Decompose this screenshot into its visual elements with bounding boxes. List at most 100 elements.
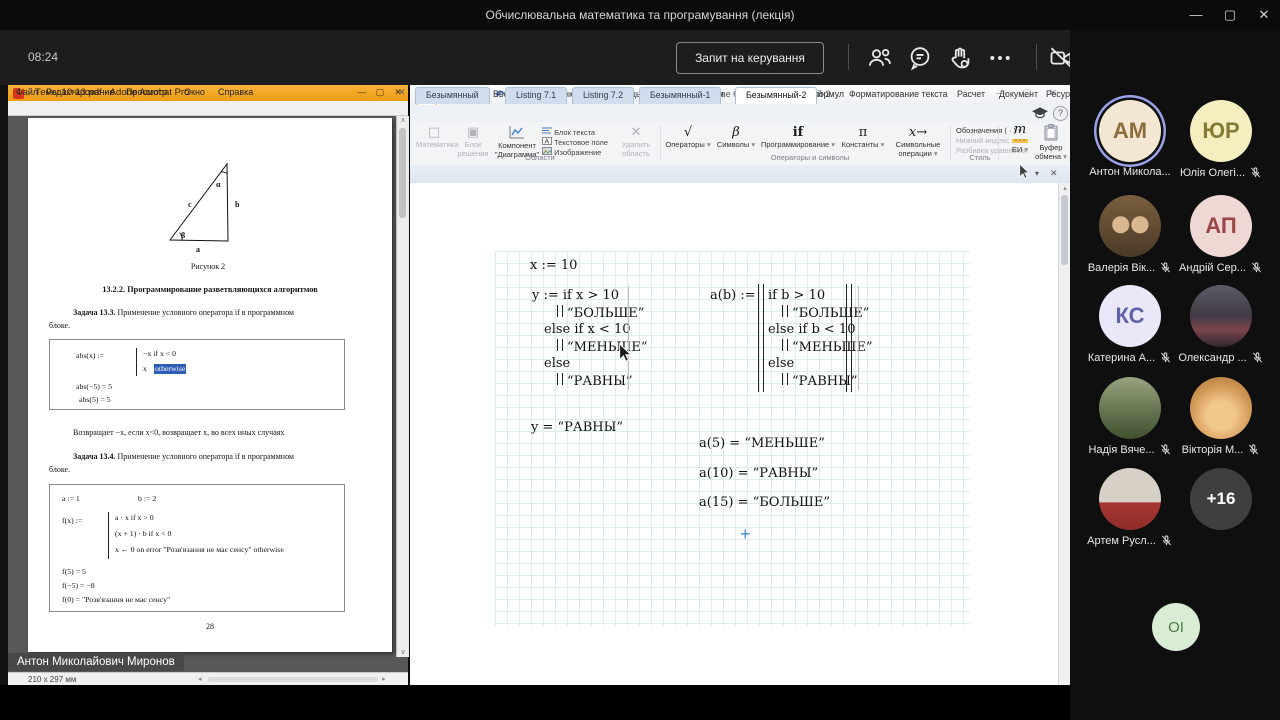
result-a15[interactable]: a(15) = “БОЛЬШЕ” [699,495,830,510]
doc-tab-5-active[interactable]: Безымянный-2 [735,87,818,104]
angle-alpha-label: α [216,180,221,189]
result-a5[interactable]: a(5) = “МЕНЬШЕ” [699,436,825,451]
ribbon-operators-button[interactable]: √ Операторы ▾ [664,125,712,149]
program-bar [136,348,137,376]
close-icon[interactable]: ✕ [1252,7,1276,23]
a-program-head[interactable]: a(b) := [710,288,756,303]
a-elseif-line[interactable]: else if b < 10 [768,322,855,337]
participant-avatar[interactable]: АМ [1099,100,1161,162]
doc-tab-4[interactable]: Безымянный-1 [639,87,722,104]
participant-avatar-photo[interactable] [1099,468,1161,530]
ribbon-subscript-button[interactable]: Нижний индекс [956,136,1009,145]
ribbon-text-block-button[interactable]: Блок текста [542,127,595,137]
chat-icon[interactable] [906,44,934,72]
menu-window[interactable]: Окно [184,87,205,97]
ribbon-delete-region-button[interactable]: ✕ Удалить область [616,125,656,158]
task1-line1: Задача 13.3. Применение условного операт… [73,308,294,318]
raise-hand-icon[interactable] [946,44,974,72]
secondary-cursor-icon [1019,163,1030,179]
participant-label: Артем Русл... [1078,534,1182,547]
a-else-line[interactable]: else [768,356,794,371]
teams-meeting-window: Обчислювальна математика та програмуванн… [0,0,1280,720]
doc-tab-2[interactable]: Listing 7.1 [505,87,568,104]
menu-edit[interactable]: Редактирование [46,87,115,97]
doc-tab-1[interactable]: Безымянный [415,87,490,104]
participant-avatar-photo[interactable] [1099,195,1161,257]
fx-result1: f(5) = 5 [62,567,86,576]
definition-x[interactable]: x := 10 [530,258,577,273]
tab-calculation[interactable]: Расчет [950,87,992,102]
menu-help[interactable]: Справка [218,87,253,97]
string-bar [782,339,788,351]
meeting-timer: 08:24 [28,50,59,64]
participant-name: Надія Вяче... [1088,443,1155,456]
document-close-icon[interactable]: ✕ [398,87,406,98]
doc-close-icon[interactable]: ✕ [1050,168,1058,179]
participant-avatar-photo[interactable] [1190,377,1252,439]
acrobat-vertical-scrollbar[interactable]: ∧ ∨ [396,116,409,657]
y-branch1-value[interactable]: “БОЛЬШЕ” [557,305,644,321]
ribbon-solve-block-button[interactable]: ▣ Блок решения [454,125,492,158]
y-program-head[interactable]: y := if x > 10 [532,288,619,303]
program-bar [108,512,109,559]
learning-center-icon[interactable] [1032,106,1048,124]
y-else-line[interactable]: else [544,356,570,371]
ribbon-math-button[interactable]: □ Математика [416,125,458,149]
participant-label: Валерія Вік... [1078,261,1182,274]
result-a10[interactable]: a(10) = “РАВНЫ” [699,466,818,481]
ribbon-constants-button[interactable]: π Константы ▾ [838,125,888,149]
y-branch3-value[interactable]: “РАВНЫ” [557,373,633,389]
mathcad-window: M ↶ ↷ PTC Mathcad Prime 6.0.0.0 - Безымя… [410,85,1081,720]
request-control-button[interactable]: Запит на керування [676,42,824,74]
ribbon-clipboard-button[interactable]: Буфер обмена ▾ [1034,124,1068,161]
muted-mic-icon [1252,352,1262,363]
participants-icon[interactable] [866,44,894,72]
tab-text-formatting[interactable]: Форматирование текста [842,87,955,102]
avatar-initials: ЮР [1202,118,1240,143]
horizontal-scrollbar[interactable] [208,677,378,682]
participant-name: Олександр ... [1178,351,1247,364]
a-if-line[interactable]: if b > 10 [768,288,825,303]
y-elseif-line[interactable]: else if x < 10 [544,322,630,337]
avatar-initials: АМ [1112,118,1148,143]
menu-file[interactable]: Файл [16,87,38,97]
ribbon-symbols-button[interactable]: β Символы ▾ [714,125,758,149]
y-branch2-value[interactable]: “МЕНЬШЕ” [557,339,648,355]
more-options-icon[interactable] [986,44,1014,72]
ribbon-units-button[interactable]: m ЕИ ▾ [1006,123,1034,154]
chart-icon [509,126,524,139]
result-y[interactable]: y = “РАВНЫ” [531,420,623,435]
help-icon[interactable]: ? [1053,106,1068,121]
participant-avatar[interactable]: АП [1190,195,1252,257]
participant-avatar-photo[interactable] [1099,377,1161,439]
ribbon-text-box-button[interactable]: A Текстовое поле [542,137,608,147]
string-bar [557,339,563,351]
toolbar-divider [1036,44,1037,70]
maximize-icon[interactable]: ▢ [1218,7,1242,23]
participant-name: Катерина А... [1087,351,1156,364]
acrobat-maximize-icon[interactable]: ▢ [372,87,388,98]
presenter-name-tag: Антон Миколайович Миронов [8,653,184,671]
participant-avatar-photo[interactable] [1190,285,1252,347]
acrobat-minimize-icon[interactable]: — [354,87,370,97]
participant-avatar[interactable]: КС [1099,285,1161,347]
participant-label: Антон Микола... [1078,166,1182,178]
self-avatar[interactable]: ОІ [1152,603,1200,651]
side-a-label: a [196,245,200,254]
side-b-label: b [235,200,240,209]
ribbon-programming-button[interactable]: if Программирование ▾ [760,125,836,149]
a-branch1-value[interactable]: “БОЛЬШЕ” [782,305,869,321]
worksheet[interactable]: x := 10 y := if x > 10 “БОЛЬШЕ” else if … [410,183,1058,720]
minimize-icon[interactable]: — [1184,7,1208,22]
fx-branch3: x ← 0 on error "Розв'язання не має сенсу… [115,545,284,554]
hscroll-right-arrow[interactable]: ▸ [382,675,386,683]
group-label-areas: Области [525,153,555,162]
participant-avatar[interactable]: ЮР [1190,100,1252,162]
doc-tab-3[interactable]: Listing 7.2 [572,87,635,104]
tab-document[interactable]: Документ [992,87,1045,102]
overflow-participants-badge[interactable]: +16 [1190,468,1252,530]
hscroll-left-arrow[interactable]: ◂ [198,675,202,683]
tab-list-dropdown-icon[interactable]: ▾ [1035,169,1039,178]
menu-view[interactable]: Просмотр [126,87,167,97]
muted-mic-icon [1161,535,1171,546]
